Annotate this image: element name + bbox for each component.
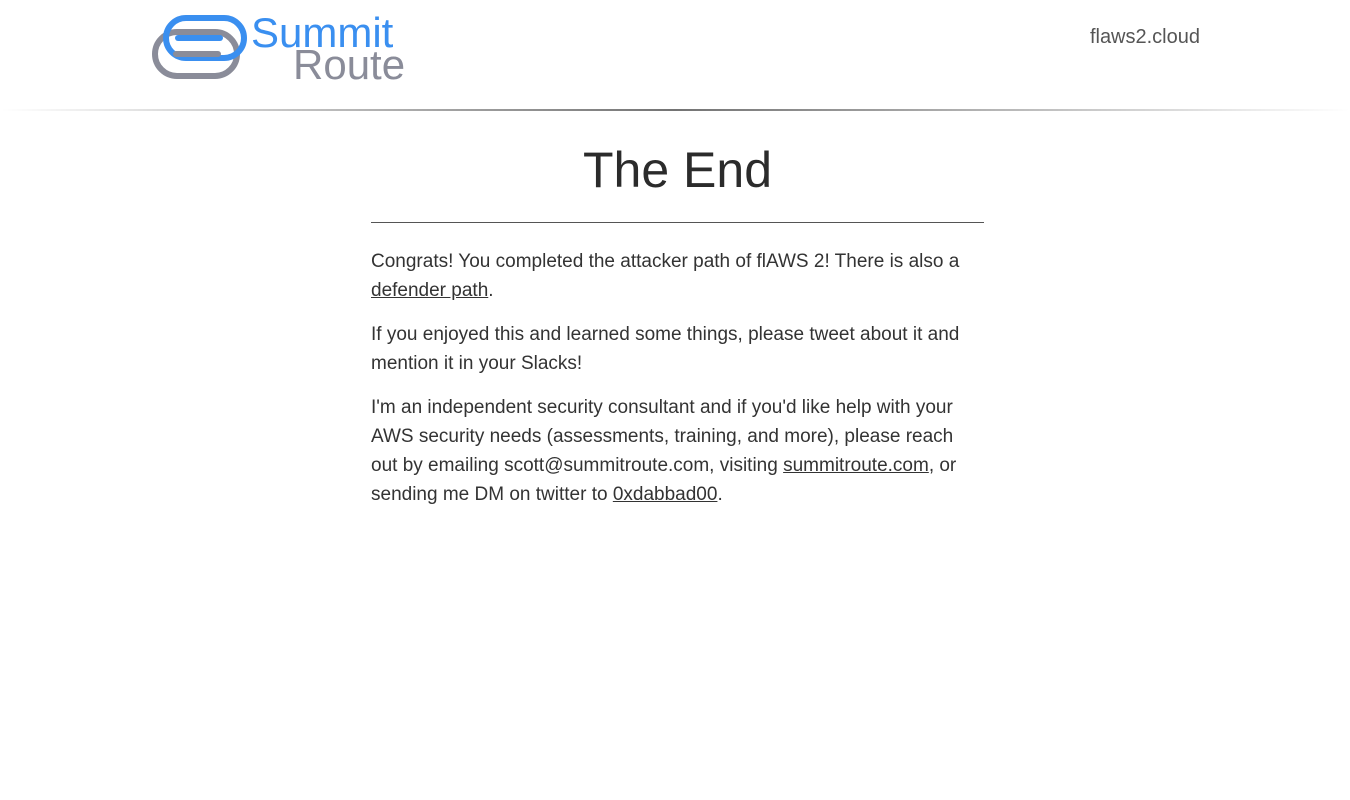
contact-paragraph: I'm an independent security consultant a… xyxy=(371,393,984,509)
logo-line2: Route xyxy=(293,41,405,85)
page-header: Summit Route flaws2.cloud xyxy=(0,0,1350,111)
contact-text-end: . xyxy=(717,484,723,505)
congrats-text: Congrats! You completed the attacker pat… xyxy=(371,251,960,272)
congrats-text-end: . xyxy=(488,280,494,301)
header-divider xyxy=(0,109,1350,111)
congrats-paragraph: Congrats! You completed the attacker pat… xyxy=(371,247,984,305)
page-title: The End xyxy=(582,142,772,198)
main-content: The End Congrats! You completed the atta… xyxy=(371,130,984,509)
summit-route-logo[interactable]: Summit Route xyxy=(150,10,450,85)
title-divider xyxy=(371,222,984,223)
twitter-link[interactable]: 0xdabbad00 xyxy=(613,484,718,505)
summit-route-logo-icon: Summit Route xyxy=(152,10,405,85)
site-name: flaws2.cloud xyxy=(1089,26,1200,48)
tweet-paragraph: If you enjoyed this and learned some thi… xyxy=(371,320,984,378)
summitroute-link[interactable]: summitroute.com xyxy=(783,455,929,476)
defender-path-link[interactable]: defender path xyxy=(371,280,488,301)
tweet-text: If you enjoyed this and learned some thi… xyxy=(371,324,960,374)
